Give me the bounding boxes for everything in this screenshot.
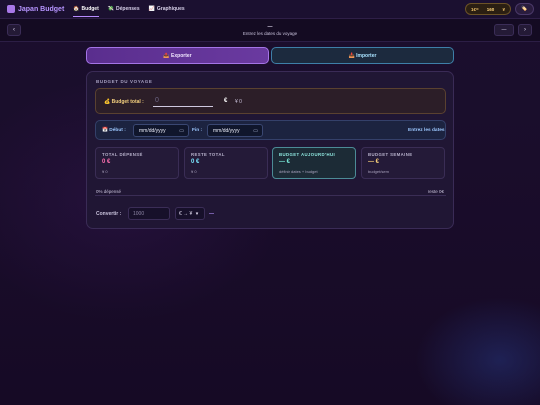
import-button[interactable]: 📥 Importer — [271, 47, 454, 64]
stat-label: BUDGET SEMAINE — [368, 152, 413, 157]
stat-value: 0 € — [102, 159, 111, 165]
stat-remaining: RESTE TOTAL 0 € ¥ 0 — [184, 147, 268, 179]
remaining-label: reste 0€ — [427, 189, 444, 194]
stat-week-budget: BUDGET SEMAINE — € budget/sem — [361, 147, 445, 179]
end-date-label: Fin : — [192, 128, 203, 133]
spent-percent-label: 0% dépensé — [96, 189, 122, 194]
tab-budget[interactable]: 🏠 Budget — [73, 0, 100, 19]
stat-today-budget: BUDGET AUJOURD'HUI — € définir dates + b… — [272, 147, 356, 179]
converter-direction-select[interactable]: € → ¥ ▾ — [175, 207, 205, 220]
budget-panel: BUDGET DU VOYAGE 💰 Budget total : € ¥ 0 … — [86, 71, 454, 229]
stat-value: — € — [279, 159, 291, 165]
section-title: BUDGET DU VOYAGE — [96, 79, 153, 84]
chevron-down-icon: ▾ — [195, 211, 199, 217]
next-day-button[interactable]: › — [518, 24, 532, 36]
stat-value: — € — [368, 159, 380, 165]
tag-icon: 🏷️ — [521, 6, 528, 12]
total-budget-label: 💰 Budget total : — [104, 99, 144, 105]
stat-sub: définir dates + budget — [279, 169, 318, 174]
top-navbar: Japan Budget 🏠 Budget 💸 Dépenses 📈 Graph… — [0, 0, 540, 19]
tab-graphiques[interactable]: 📈 Graphiques — [149, 0, 185, 19]
app-title: Japan Budget — [18, 5, 65, 13]
stat-label: RESTE TOTAL — [191, 152, 225, 157]
current-date: — — [267, 24, 273, 30]
calendar-icon: ▭ — [253, 127, 258, 134]
stat-sub: ¥ 0 — [191, 169, 197, 174]
stat-sub: budget/sem — [368, 169, 389, 174]
converter-direction-value: € → ¥ — [179, 211, 193, 217]
start-date-value: mm/dd/yyyy — [139, 127, 166, 134]
tab-depenses[interactable]: 💸 Dépenses — [108, 0, 140, 19]
home-icon: 🏠 — [73, 6, 80, 12]
money-icon: 💸 — [107, 6, 114, 12]
tab-graphiques-label: Graphiques — [156, 6, 185, 12]
rate-value: 160 — [486, 6, 495, 12]
stat-sub: ¥ 0 — [102, 169, 108, 174]
stat-label: BUDGET AUJOURD'HUI — [279, 152, 336, 157]
total-budget-row: 💰 Budget total : € ¥ 0 — [95, 88, 446, 114]
tab-budget-label: Budget — [81, 6, 99, 12]
today-button[interactable]: — — [494, 24, 514, 36]
converter-label: Convertir : — [96, 211, 122, 217]
tab-depenses-label: Dépenses — [116, 6, 140, 12]
stat-label: TOTAL DÉPENSÉ — [102, 152, 143, 157]
converter-result: — — [209, 211, 214, 217]
export-button[interactable]: 📤 Exporter — [86, 47, 269, 64]
calendar-icon: ▭ — [179, 127, 184, 134]
start-date-input[interactable]: mm/dd/yyyy ▭ — [133, 124, 189, 137]
stat-total-spent: TOTAL DÉPENSÉ 0 € ¥ 0 — [95, 147, 179, 179]
tag-button[interactable]: 🏷️ — [515, 3, 534, 15]
converter-amount-input[interactable]: 1000 — [128, 207, 170, 220]
total-budget-input[interactable] — [153, 95, 213, 107]
budget-yen-value: ¥ 0 — [235, 99, 242, 105]
brand: Japan Budget — [7, 5, 64, 13]
euro-currency: € — [224, 98, 228, 104]
chart-icon: 📈 — [148, 6, 155, 12]
rate-unit: ¥ — [502, 6, 505, 12]
end-date-value: mm/dd/yyyy — [213, 127, 240, 134]
date-hint: Entrez les dates du voyage — [242, 31, 298, 36]
chevron-right-icon: › — [524, 27, 526, 33]
dates-hint: Entrez les dates — [408, 128, 445, 133]
end-date-input[interactable]: mm/dd/yyyy ▭ — [207, 124, 263, 137]
start-date-label: 📅 Début : — [102, 128, 126, 133]
app-logo-icon — [7, 5, 15, 13]
rate-prefix: 1€= — [471, 6, 479, 12]
exchange-rate-pill[interactable]: 1€= 160 ¥ — [465, 3, 511, 15]
budget-progress-bar — [95, 195, 446, 196]
date-navigation: ‹ — Entrez les dates du voyage — › — [0, 19, 540, 42]
trip-dates-row: 📅 Début : mm/dd/yyyy ▭ Fin : mm/dd/yyyy … — [95, 120, 446, 140]
stat-value: 0 € — [191, 159, 200, 165]
